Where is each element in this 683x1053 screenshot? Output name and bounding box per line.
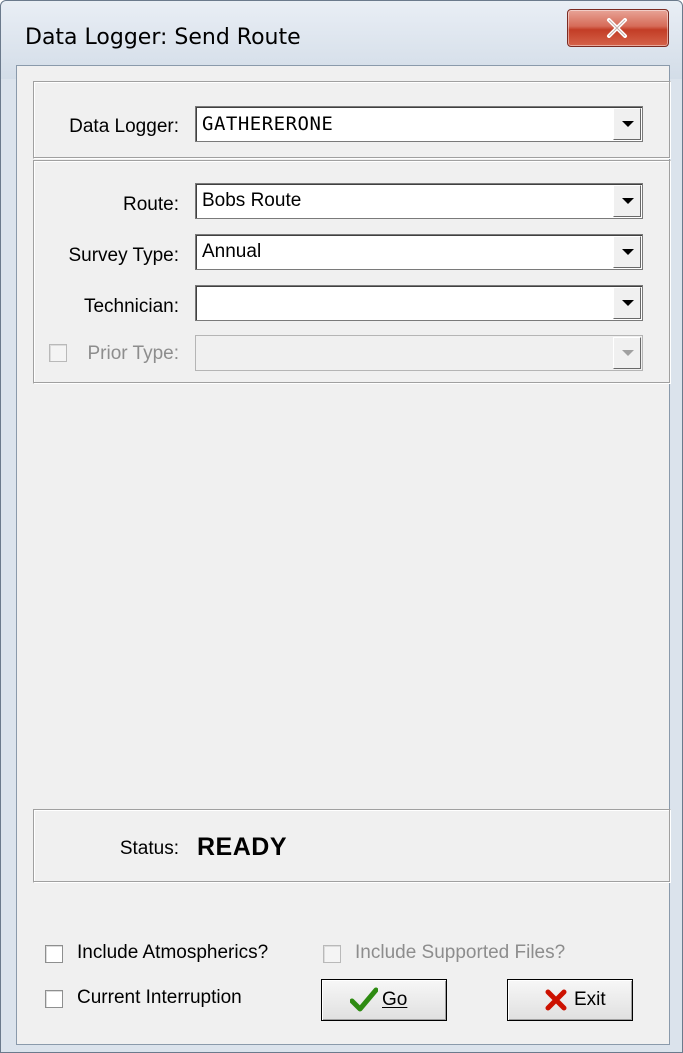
exit-button-label: Exit: [574, 989, 606, 1010]
prior-type-label: Prior Type:: [87, 343, 179, 364]
survey-type-value: Annual: [202, 241, 262, 262]
chevron-down-icon: [622, 350, 634, 356]
technician-label: Technician:: [83, 296, 179, 317]
status-label: Status:: [119, 838, 179, 859]
exit-button[interactable]: Exit: [507, 979, 633, 1021]
route-dropdown-button[interactable]: [613, 185, 641, 217]
data-logger-dropdown-button[interactable]: [613, 108, 641, 140]
x-icon: [545, 989, 567, 1011]
go-button-label: Go: [382, 989, 408, 1010]
technician-dropdown-button[interactable]: [613, 287, 641, 319]
chevron-down-icon: [622, 300, 634, 306]
survey-type-combobox[interactable]: Annual: [195, 234, 643, 270]
data-logger-label: Data Logger:: [69, 116, 179, 137]
window-title: Data Logger: Send Route: [25, 25, 301, 50]
route-label: Route:: [123, 194, 179, 215]
prior-type-dropdown-button[interactable]: [613, 337, 641, 369]
include-atmospherics-checkbox[interactable]: [45, 945, 63, 963]
include-supported-files-checkbox[interactable]: [323, 945, 341, 963]
checkmark-icon: [350, 987, 378, 1012]
chevron-down-icon: [622, 198, 634, 204]
include-atmospherics-label[interactable]: Include Atmospherics?: [77, 942, 268, 964]
technician-combobox[interactable]: [195, 285, 643, 321]
chevron-down-icon: [622, 121, 634, 127]
route-combobox[interactable]: Bobs Route: [195, 183, 643, 219]
survey-type-dropdown-button[interactable]: [613, 236, 641, 268]
survey-type-label: Survey Type:: [68, 245, 179, 266]
current-interruption-checkbox[interactable]: [45, 990, 63, 1008]
close-icon: [607, 18, 627, 38]
route-value: Bobs Route: [202, 190, 302, 211]
data-logger-combobox[interactable]: GATHERERONE: [195, 106, 643, 142]
status-value: READY: [197, 833, 288, 861]
prior-type-combobox[interactable]: [195, 335, 643, 371]
include-supported-files-label: Include Supported Files?: [355, 942, 566, 963]
chevron-down-icon: [622, 249, 634, 255]
dialog-window: Data Logger: Send Route Data Logger: GAT…: [0, 0, 683, 1053]
data-logger-value: GATHERERONE: [202, 113, 334, 135]
go-button[interactable]: Go: [321, 979, 447, 1021]
current-interruption-label[interactable]: Current Interruption: [77, 987, 242, 1009]
prior-type-checkbox[interactable]: [49, 344, 67, 362]
close-button[interactable]: [567, 9, 669, 47]
